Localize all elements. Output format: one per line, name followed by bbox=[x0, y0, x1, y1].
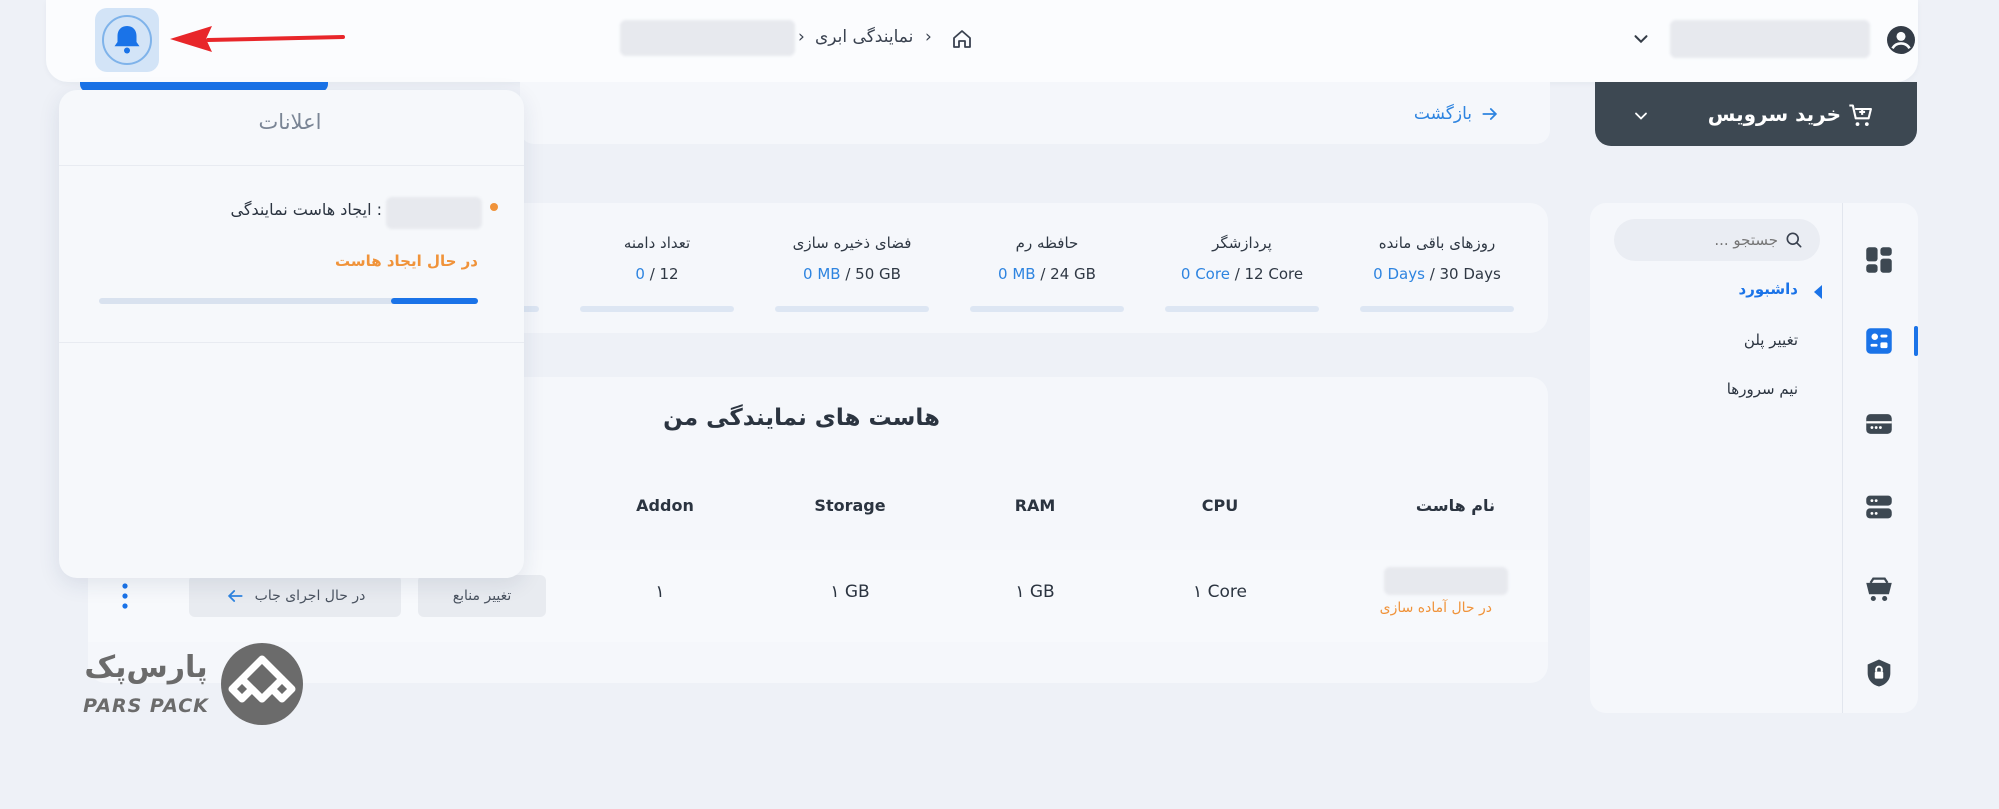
back-link[interactable]: بازگشت bbox=[1400, 102, 1500, 126]
divider bbox=[59, 342, 524, 343]
job-running-label: در حال اجرای جاب bbox=[254, 588, 366, 604]
notification-progress-fill bbox=[390, 298, 478, 304]
stat-progress-bar bbox=[775, 306, 929, 312]
col-header-storage: Storage bbox=[814, 496, 886, 515]
host-ram: ۱ GB bbox=[1015, 582, 1055, 602]
stat-value: 0 MB / 50 GB bbox=[803, 265, 901, 283]
col-header-addon: Addon bbox=[636, 496, 694, 515]
chevron-down-icon bbox=[1631, 106, 1651, 126]
search-input[interactable] bbox=[1634, 227, 1780, 253]
notification-status: در حال ایجاد هاست bbox=[334, 252, 478, 270]
buy-service-button[interactable]: خرید سرویس bbox=[1595, 82, 1917, 146]
buy-service-label: خرید سرویس bbox=[1707, 102, 1841, 126]
stat-progress-bar bbox=[580, 306, 734, 312]
host-cpu: ۱ Core bbox=[1193, 582, 1247, 602]
username-redacted bbox=[1670, 20, 1870, 58]
sidebar-search[interactable] bbox=[1614, 219, 1820, 261]
job-running-button[interactable]: در حال اجرای جاب bbox=[189, 575, 401, 617]
stat-progress-bar bbox=[970, 306, 1124, 312]
stat-label: پردازشگر bbox=[1212, 234, 1272, 252]
change-resources-button[interactable]: تغییر منابع bbox=[418, 575, 546, 617]
stat-value: 0 MB / 24 GB bbox=[998, 265, 1096, 283]
stat-label: تعداد دامنه bbox=[623, 234, 691, 252]
server-icon[interactable] bbox=[1862, 407, 1896, 441]
breadcrumb-host-redacted bbox=[620, 20, 795, 56]
hosts-title: هاست های نمایندگی من bbox=[663, 405, 940, 431]
search-icon bbox=[1784, 230, 1804, 250]
hosting-icon[interactable] bbox=[1862, 324, 1896, 358]
home-icon[interactable] bbox=[950, 27, 974, 51]
stat-value: 0 / 12 bbox=[635, 265, 679, 283]
sub-header-bar bbox=[520, 82, 1550, 144]
stat-progress-bar bbox=[1360, 306, 1514, 312]
dashboard-icon[interactable] bbox=[1862, 243, 1896, 277]
notifications-title: اعلانات bbox=[258, 110, 322, 134]
host-addon: ۱ bbox=[655, 582, 665, 602]
cart-plus-icon bbox=[1847, 102, 1875, 130]
parspack-logo-icon bbox=[220, 642, 304, 726]
cart-icon[interactable] bbox=[1862, 573, 1896, 607]
back-label: بازگشت bbox=[1413, 104, 1472, 124]
notification-host-redacted bbox=[386, 197, 482, 229]
more-vertical-icon[interactable] bbox=[118, 581, 132, 611]
arrow-right-icon bbox=[1480, 104, 1500, 124]
notification-text: : ایجاد هاست نمایندگی bbox=[230, 200, 382, 219]
notifications-button[interactable] bbox=[95, 8, 159, 72]
stat-label: روزهای باقی مانده bbox=[1378, 234, 1496, 252]
col-header-name: نام هاست bbox=[1415, 496, 1495, 515]
arrow-left-icon bbox=[225, 586, 245, 606]
stat-label: فضای ذخیره سازی bbox=[792, 234, 912, 252]
chevron-down-icon[interactable] bbox=[1630, 28, 1652, 50]
stat-value: 0 Core / 12 Core bbox=[1180, 265, 1304, 283]
account-circle-icon[interactable] bbox=[1885, 24, 1917, 56]
col-header-cpu: CPU bbox=[1201, 496, 1239, 515]
sidebar-item-change-plan[interactable]: تغییر پلن bbox=[1680, 331, 1798, 349]
stat-label: حافظه رم bbox=[1015, 234, 1079, 252]
host-status: در حال آماده سازی bbox=[1379, 600, 1492, 616]
caret-left-icon bbox=[1813, 285, 1823, 299]
rail-active-indicator bbox=[1914, 326, 1918, 356]
stat-progress-bar bbox=[1165, 306, 1319, 312]
red-arrow-annotation bbox=[168, 18, 346, 60]
host-name-redacted bbox=[1384, 567, 1508, 595]
notification-progress-track bbox=[99, 298, 478, 304]
breadcrumb-separator: › bbox=[925, 27, 932, 47]
unread-dot bbox=[490, 203, 498, 211]
host-storage: ۱ GB bbox=[830, 582, 870, 602]
breadcrumb-reseller[interactable]: نمایندگی ابری bbox=[815, 27, 913, 47]
stat-value: 0 Days / 30 Days bbox=[1373, 265, 1501, 283]
server-stack-icon[interactable] bbox=[1862, 490, 1896, 524]
logo-text-fa: پارس‌پک bbox=[84, 650, 208, 685]
sidebar-item-semi-servers[interactable]: نیم سرورها bbox=[1680, 380, 1798, 398]
bell-icon bbox=[102, 15, 152, 65]
logo-text-en: PARS PACK bbox=[83, 695, 209, 717]
shield-icon[interactable] bbox=[1862, 656, 1896, 690]
sidebar-item-dashboard[interactable]: داشبورد bbox=[1680, 280, 1798, 298]
col-header-ram: RAM bbox=[1014, 496, 1056, 515]
icon-rail bbox=[1842, 203, 1918, 713]
breadcrumb-separator: › bbox=[798, 27, 805, 47]
